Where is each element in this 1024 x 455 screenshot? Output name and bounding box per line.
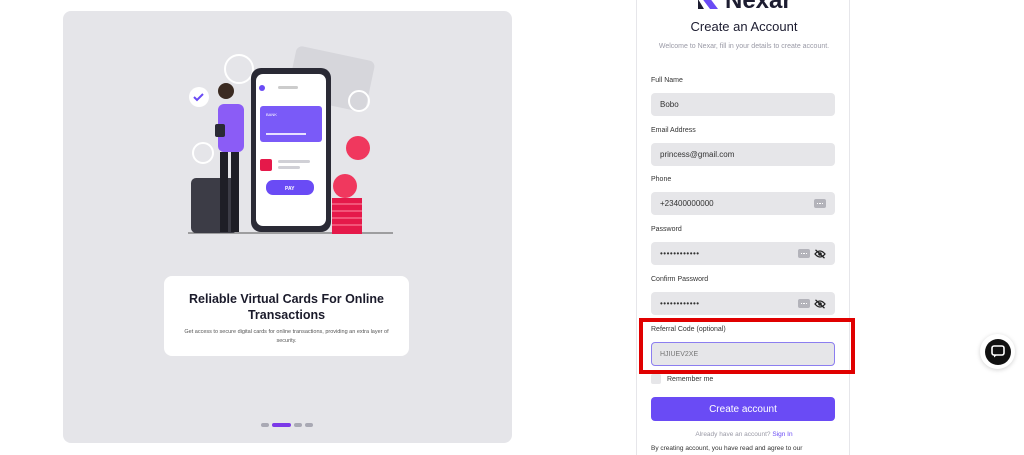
full-name-value: Bobo <box>660 100 679 109</box>
brand-logo: Nexar <box>697 0 792 14</box>
password-label: Password <box>651 226 682 233</box>
confirm-password-value: •••••••••••• <box>660 299 700 308</box>
chat-icon <box>990 345 1005 358</box>
carousel-dots <box>261 423 313 427</box>
password-input[interactable]: •••••••••••• <box>651 242 835 265</box>
promo-panel: BANK PAY Reliable Virtual Cards For Onli… <box>63 11 512 443</box>
keyboard-icon[interactable] <box>814 199 826 208</box>
brand-name: Nexar <box>725 0 792 14</box>
terms-text: By creating account, you have read and a… <box>651 445 803 452</box>
pay-label: PAY <box>285 186 295 192</box>
eye-off-icon[interactable] <box>814 298 826 309</box>
email-value: princess@gmail.com <box>660 150 735 159</box>
form-subtext: Welcome to Nexar, fill in your details t… <box>658 43 830 50</box>
promo-illustration: BANK PAY <box>188 46 393 234</box>
carousel-dot[interactable] <box>305 423 313 427</box>
signin-prompt-text: Already have an account? <box>695 431 771 438</box>
email-input[interactable]: princess@gmail.com <box>651 143 835 166</box>
carousel-dot-active[interactable] <box>272 423 291 427</box>
confirm-password-input[interactable]: •••••••••••• <box>651 292 835 315</box>
remember-label: Remember me <box>667 375 714 383</box>
carousel-dot[interactable] <box>294 423 302 427</box>
check-icon <box>189 87 209 107</box>
confirm-password-group: Confirm Password •••••••••••• <box>651 275 835 315</box>
keyboard-icon[interactable] <box>798 249 810 258</box>
email-group: Email Address princess@gmail.com <box>651 126 835 166</box>
full-name-group: Full Name Bobo <box>651 76 835 116</box>
password-value: •••••••••••• <box>660 249 700 258</box>
phone-value: +23400000000 <box>660 199 714 208</box>
signup-form: Nexar Create an Account Welcome to Nexar… <box>636 0 850 455</box>
chat-button[interactable] <box>980 334 1015 369</box>
nexar-logo-icon <box>698 0 718 9</box>
create-account-button[interactable]: Create account <box>651 397 835 421</box>
eye-off-icon[interactable] <box>814 248 826 259</box>
remember-checkbox[interactable] <box>651 374 661 384</box>
phone-input[interactable]: +23400000000 <box>651 192 835 215</box>
promo-subtitle: Get access to secure digital cards for o… <box>184 329 389 344</box>
phone-group: Phone +23400000000 <box>651 175 835 215</box>
confirm-password-label: Confirm Password <box>651 276 709 283</box>
carousel-dot[interactable] <box>261 423 269 427</box>
full-name-label: Full Name <box>651 77 683 84</box>
signin-prompt: Already have an account? Sign In <box>637 431 851 438</box>
email-label: Email Address <box>651 127 696 134</box>
promo-card: Reliable Virtual Cards For Online Transa… <box>164 276 409 356</box>
referral-highlight <box>639 318 855 374</box>
signup-page: BANK PAY Reliable Virtual Cards For Onli… <box>0 0 1024 455</box>
full-name-input[interactable]: Bobo <box>651 93 835 116</box>
signin-link[interactable]: Sign In <box>772 431 792 438</box>
keyboard-icon[interactable] <box>798 299 810 308</box>
promo-title: Reliable Virtual Cards For Online Transa… <box>189 292 384 322</box>
phone-label: Phone <box>651 176 672 183</box>
card-bank-label: BANK <box>266 112 277 117</box>
form-heading: Create an Account <box>690 19 798 34</box>
remember-me[interactable]: Remember me <box>651 374 713 384</box>
password-group: Password •••••••••••• <box>651 225 835 265</box>
